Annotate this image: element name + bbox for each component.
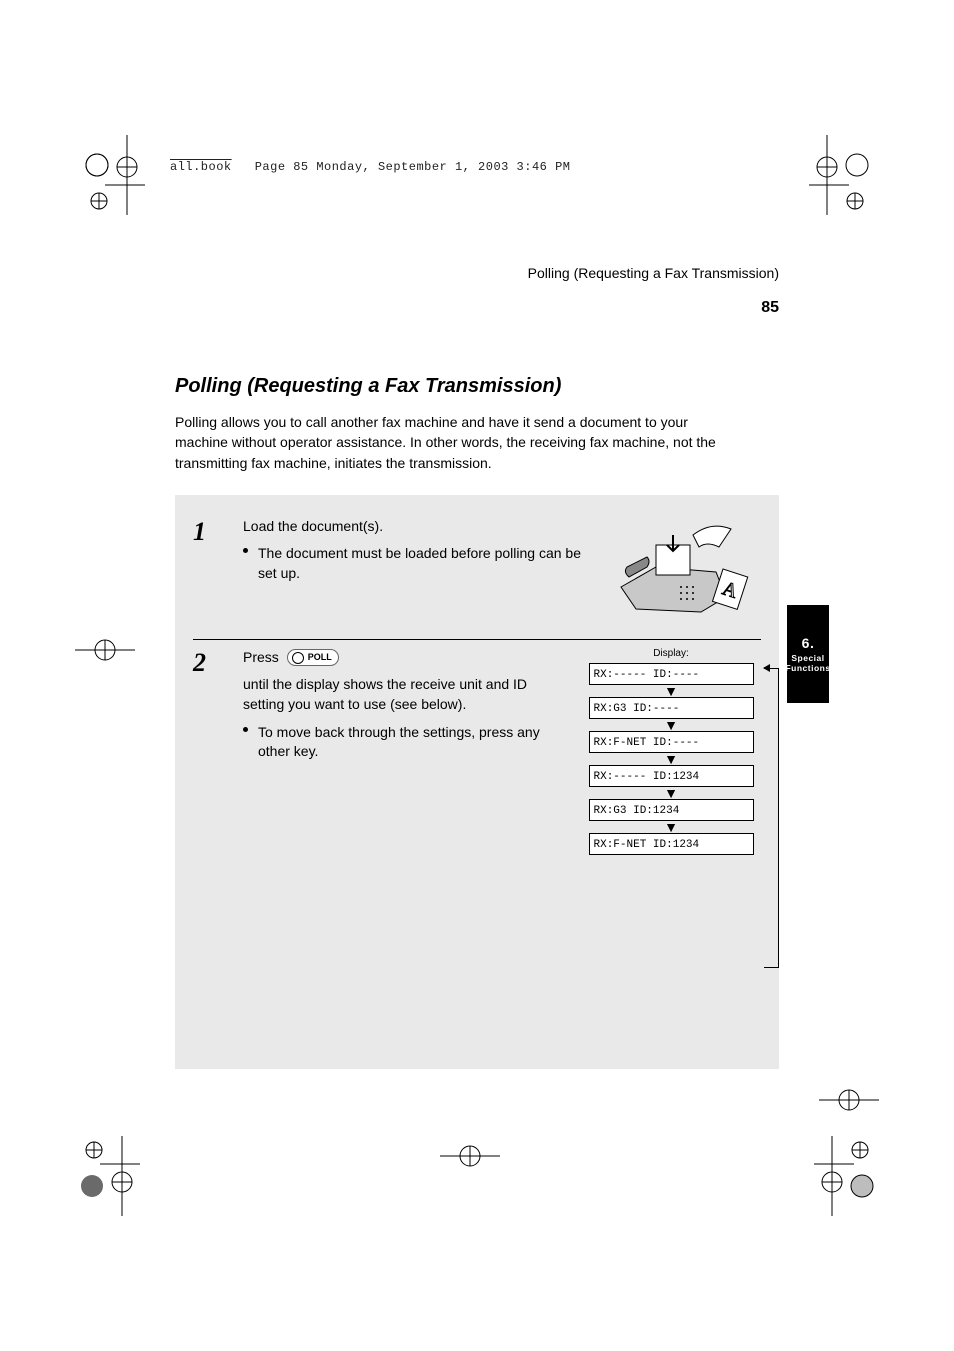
step-2-bullet-text: To move back through the settings, press… [258, 723, 565, 762]
arrow-down-icon: ▼ [664, 721, 678, 729]
running-title: Polling (Requesting a Fax Transmission) [528, 265, 779, 281]
registration-mark-icon [75, 630, 135, 710]
sidebar-tab-number: 6. [802, 635, 815, 651]
header-pageinfo: Page 85 Monday, September 1, 2003 3:46 P… [255, 160, 571, 174]
sidebar-tab: 6. Special Functions [787, 605, 829, 703]
section-title: Polling (Requesting a Fax Transmission) [175, 375, 779, 398]
display-flow: Display: RX:----- ID:---- ▼ RX:G3 ID:---… [581, 648, 761, 855]
page: all.book Page 85 Monday, September 1, 20… [0, 0, 954, 1351]
intro-text: Polling allows you to call another fax m… [175, 412, 735, 473]
header-slug: all.book Page 85 Monday, September 1, 20… [170, 160, 570, 174]
arrow-down-icon: ▼ [664, 823, 678, 831]
step-1-bullet: The document must be loaded before polli… [243, 544, 585, 583]
arrow-down-icon: ▼ [664, 755, 678, 763]
display-box: RX:F-NET ID:1234 [589, 833, 754, 855]
step-2-body: Press POLL until the display shows the r… [243, 648, 565, 855]
header-filename: all.book [170, 160, 232, 174]
display-box: RX:----- ID:1234 [589, 765, 754, 787]
step-2: 2 Press POLL until the display shows the… [193, 639, 761, 867]
step-1-number: 1 [193, 519, 227, 627]
display-box: RX:----- ID:---- [589, 663, 754, 685]
step-1: 1 Load the document(s). The document mus… [193, 509, 761, 639]
registration-mark-icon [80, 1136, 140, 1216]
sidebar-tab-label: Special Functions [785, 653, 830, 673]
content-area: Polling (Requesting a Fax Transmission) … [175, 265, 779, 1076]
step-1-text: Load the document(s). [243, 517, 585, 537]
bullet-icon [243, 548, 248, 553]
arrow-left-icon [763, 664, 770, 672]
arrow-down-icon: ▼ [664, 789, 678, 797]
fax-machine-illustration-icon: A [601, 517, 761, 627]
registration-mark-icon [440, 1136, 500, 1216]
step-2-number: 2 [193, 650, 227, 855]
page-number: 85 [528, 299, 779, 317]
bullet-icon [243, 727, 248, 732]
display-box: RX:G3 ID:---- [589, 697, 754, 719]
step-2-text: Press POLL until the display shows the r… [243, 648, 565, 715]
arrow-down-icon: ▼ [664, 687, 678, 695]
step-1-bullet-text: The document must be loaded before polli… [258, 544, 585, 583]
loop-line-icon [766, 668, 779, 968]
step-1-body: Load the document(s). The document must … [243, 517, 585, 627]
display-box: RX:F-NET ID:---- [589, 731, 754, 753]
steps-panel: 1 Load the document(s). The document mus… [175, 495, 779, 1069]
display-box: RX:G3 ID:1234 [589, 799, 754, 821]
poll-circle-icon [292, 652, 304, 664]
step-2-prefix: Press [243, 648, 279, 668]
step-2-bullet: To move back through the settings, press… [243, 723, 565, 762]
registration-mark-icon [819, 1080, 879, 1160]
registration-mark-icon [809, 135, 869, 215]
step-2-suffix: until the display shows the receive unit… [243, 675, 565, 714]
poll-key-icon: POLL [287, 649, 339, 666]
poll-key-label: POLL [308, 651, 332, 664]
running-head: Polling (Requesting a Fax Transmission) … [528, 265, 779, 317]
registration-mark-icon [85, 135, 145, 215]
display-caption: Display: [653, 648, 689, 659]
